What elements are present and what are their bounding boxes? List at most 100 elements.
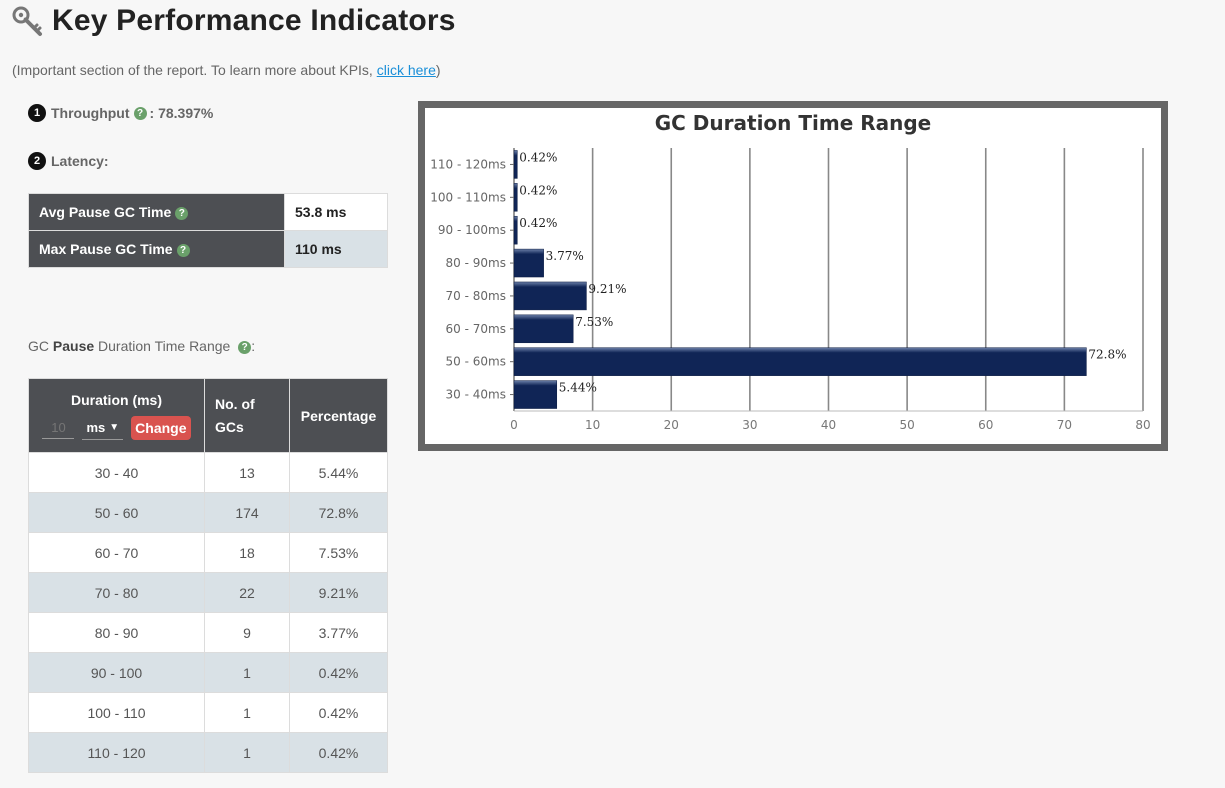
cell-count: 22 [204,572,290,613]
cell-count: 13 [204,452,290,493]
bar [513,215,518,245]
interval-input[interactable] [42,416,75,439]
step-badge-2: 2 [28,152,46,170]
bar [513,347,1087,376]
y-tick-label: 90 - 100ms [438,223,506,237]
page-title: Key Performance Indicators [52,4,456,37]
table-row: 100 - 110 1 0.42% [28,692,388,733]
chart-title: GC Duration Time Range [655,111,932,135]
cell-percent: 72.8% [289,492,388,533]
y-tick-label: 110 - 120ms [430,157,506,171]
x-tick-label: 70 [1057,418,1072,432]
bar [513,281,587,311]
max-pause-label: Max Pause GC Time? [28,230,285,268]
cell-range: 80 - 90 [28,612,205,653]
y-tick-label: 80 - 90ms [446,256,506,270]
cell-percent: 0.42% [289,692,388,733]
x-tick-label: 60 [978,418,993,432]
latency-metric: 2 Latency: [28,152,109,170]
data-label: 72.8% [1088,348,1126,362]
cell-percent: 5.44% [289,452,388,493]
table-row: 50 - 60 174 72.8% [28,492,388,533]
cell-count: 18 [204,532,290,573]
table-row: Max Pause GC Time? 110 ms [28,230,388,268]
table-row: Avg Pause GC Time? 53.8 ms [28,193,388,231]
subtitle-suffix: ) [435,62,441,78]
x-tick-label: 50 [899,418,914,432]
data-label: 3.77% [546,249,584,263]
duration-header: Duration (ms) ms ▼ Change [28,378,205,453]
cell-range: 110 - 120 [28,732,205,773]
step-badge-1: 1 [28,104,46,122]
avg-pause-value: 53.8 ms [284,193,388,231]
cell-range: 70 - 80 [28,572,205,613]
bar [513,248,544,278]
y-tick-label: 100 - 110ms [430,190,506,204]
count-header: No. of GCs [204,378,290,453]
data-label: 9.21% [588,282,626,296]
cell-count: 1 [204,652,290,693]
table-row: 30 - 40 13 5.44% [28,452,388,493]
throughput-value: : 78.397% [149,105,214,121]
x-tick-label: 0 [510,418,518,432]
throughput-label: Throughput [51,105,130,121]
chevron-down-icon: ▼ [109,421,120,433]
subtitle: (Important section of the report. To lea… [12,62,441,78]
bar [513,183,518,212]
range-caption: GC Pause Duration Time Range ?: [28,338,256,354]
cell-range: 100 - 110 [28,692,205,733]
x-tick-label: 30 [742,418,757,432]
cell-range: 90 - 100 [28,652,205,693]
data-label: 0.42% [519,183,557,197]
cell-count: 1 [204,732,290,773]
help-icon[interactable]: ? [175,206,189,220]
help-icon[interactable]: ? [176,243,190,257]
data-label: 7.53% [575,315,613,329]
table-row: 110 - 120 1 0.42% [28,732,388,773]
y-tick-label: 50 - 60ms [446,355,506,369]
latency-label: Latency: [51,153,109,169]
key-icon [12,6,42,36]
x-tick-label: 80 [1135,418,1150,432]
cell-percent: 0.42% [289,652,388,693]
cell-percent: 7.53% [289,532,388,573]
gc-duration-chart: GC Duration Time Range 0 10 20 30 40 50 60 70 80 1… [418,101,1168,451]
throughput-metric: 1 Throughput ? : 78.397% [28,104,213,122]
max-pause-value: 110 ms [284,230,388,268]
data-label: 0.42% [519,216,557,230]
table-row: 90 - 100 1 0.42% [28,652,388,693]
percent-header: Percentage [289,378,388,453]
x-tick-label: 40 [821,418,836,432]
cell-percent: 3.77% [289,612,388,653]
latency-table: Avg Pause GC Time? 53.8 ms Max Pause GC … [28,193,388,268]
duration-distribution-table: Duration (ms) ms ▼ Change No. of GCs Per… [28,378,388,773]
bar [513,380,558,409]
y-tick-label: 30 - 40ms [446,388,506,402]
unit-select[interactable]: ms ▼ [82,416,124,440]
chart-svg: GC Duration Time Range 0 10 20 30 40 50 60 70 80 1… [430,111,1150,432]
cell-range: 30 - 40 [28,452,205,493]
cell-percent: 0.42% [289,732,388,773]
table-row: 60 - 70 18 7.53% [28,532,388,573]
cell-percent: 9.21% [289,572,388,613]
change-button[interactable]: Change [131,415,191,440]
cell-count: 9 [204,612,290,653]
avg-pause-label: Avg Pause GC Time? [28,193,285,231]
table-row: 70 - 80 22 9.21% [28,572,388,613]
cell-range: 60 - 70 [28,532,205,573]
cell-range: 50 - 60 [28,492,205,533]
data-label: 0.42% [519,150,557,164]
x-tick-label: 20 [664,418,679,432]
help-icon[interactable]: ? [133,106,147,120]
help-icon[interactable]: ? [238,340,252,354]
kpi-help-link[interactable]: click here [377,62,436,78]
y-tick-label: 70 - 80ms [446,289,506,303]
y-tick-label: 60 - 70ms [446,322,506,336]
cell-count: 1 [204,692,290,733]
table-row: 80 - 90 9 3.77% [28,612,388,653]
data-label: 5.44% [559,381,597,395]
subtitle-text: (Important section of the report. To lea… [12,62,377,78]
page-header: Key Performance Indicators [12,4,456,38]
x-tick-label: 10 [585,418,600,432]
bar [513,150,518,179]
